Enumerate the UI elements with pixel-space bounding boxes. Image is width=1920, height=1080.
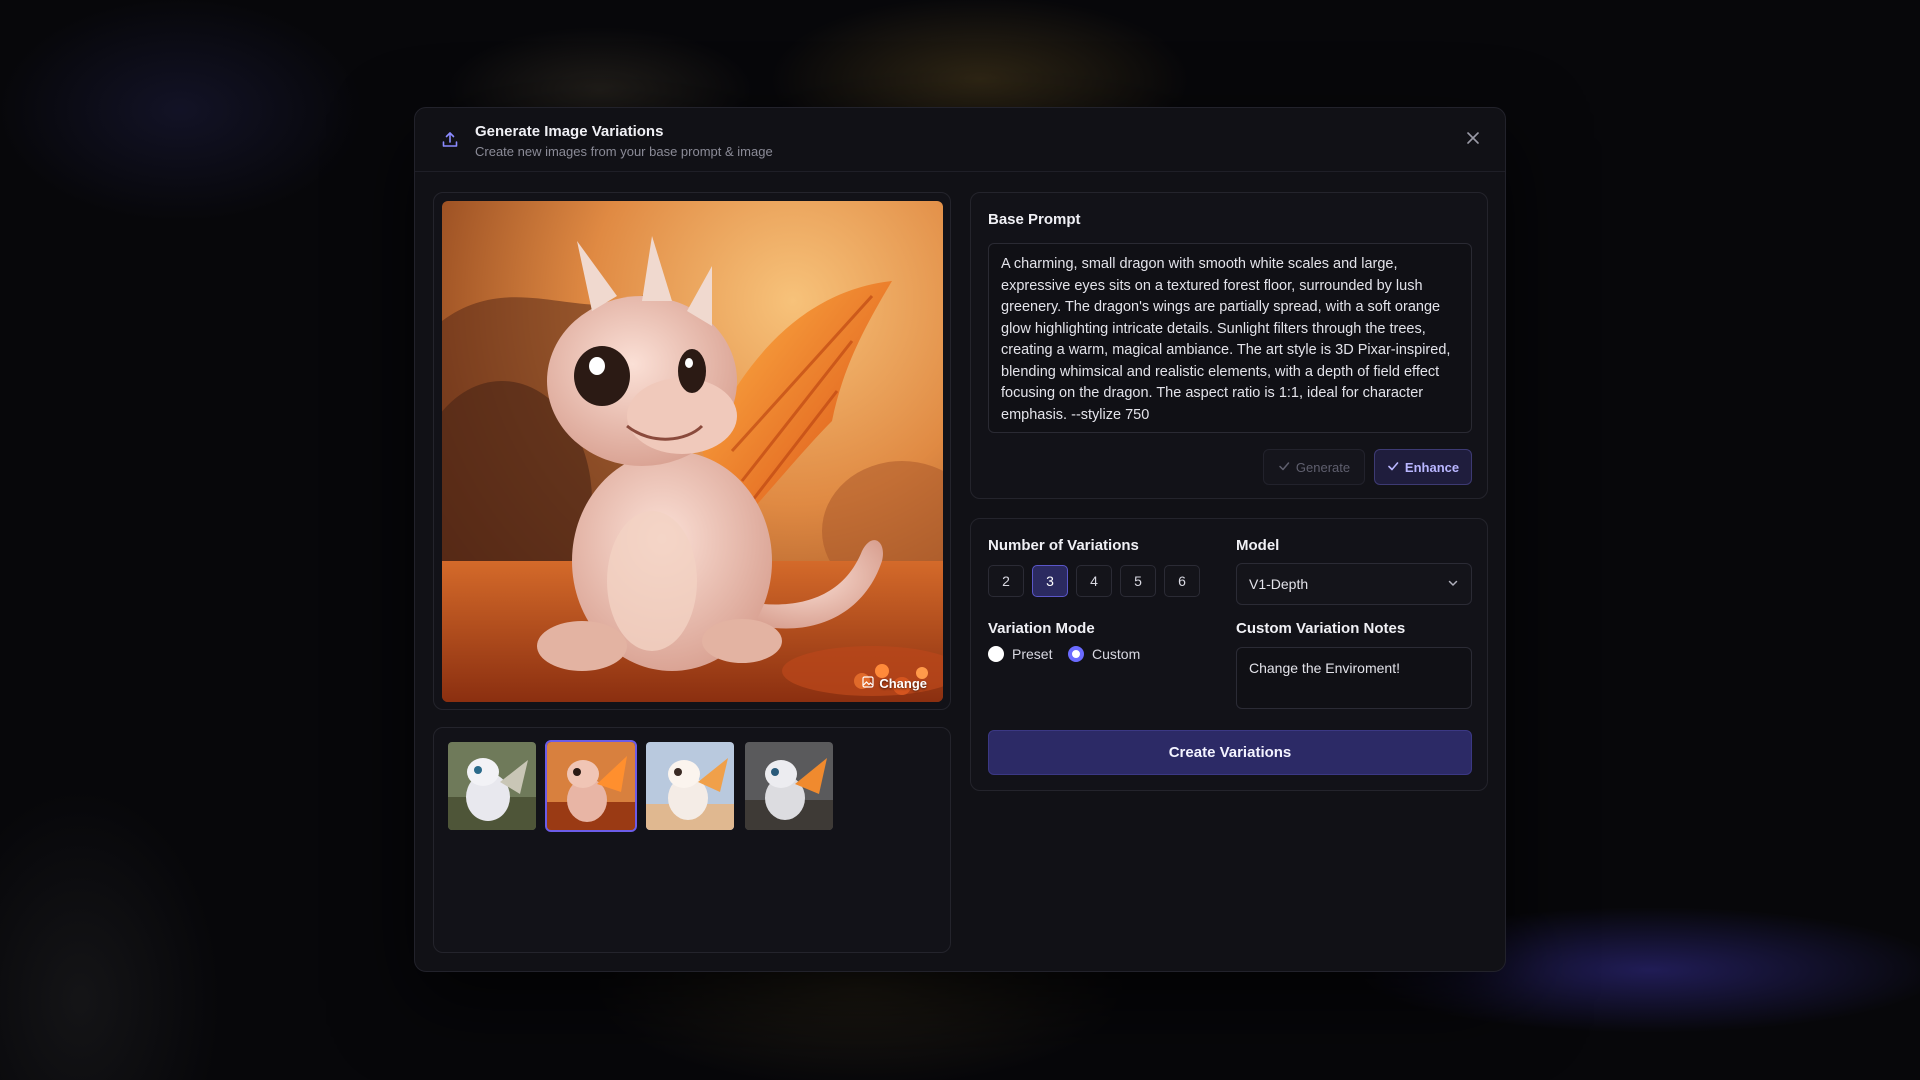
generate-label: Generate	[1295, 459, 1351, 475]
custom-label: Custom	[1092, 646, 1141, 662]
modal-title: Generate Image Variations	[475, 123, 664, 140]
settings-panel: Number of Variations 2 3 4 5 6 Model V1-…	[970, 518, 1488, 791]
upload-icon	[440, 130, 460, 150]
modal-subtitle: Create new images from your base prompt …	[475, 144, 773, 159]
model-value: V1-Depth	[1249, 576, 1309, 592]
base-image: Change	[442, 201, 943, 702]
create-variations-button[interactable]: Create Variations	[988, 730, 1472, 775]
custom-notes-label: Custom Variation Notes	[1236, 620, 1406, 637]
variation-option-4[interactable]: 4	[1076, 565, 1112, 597]
close-icon	[1466, 131, 1480, 150]
thumbnails-panel	[433, 727, 951, 953]
image-icon	[862, 676, 874, 691]
check-icon	[1387, 460, 1399, 475]
mode-preset-radio[interactable]: Preset	[988, 646, 1052, 662]
model-label: Model	[1236, 537, 1280, 554]
mode-custom-radio[interactable]: Custom	[1068, 646, 1140, 662]
thumbnail-3[interactable]	[644, 740, 736, 832]
thumbnail-1[interactable]	[446, 740, 538, 832]
thumbnail-4[interactable]	[743, 740, 835, 832]
base-prompt-label: Base Prompt	[988, 211, 1081, 228]
preset-label: Preset	[1012, 646, 1053, 662]
change-label: Change	[879, 676, 927, 691]
generate-button[interactable]: Generate	[1263, 449, 1365, 485]
variations-modal: Generate Image Variations Create new ima…	[414, 107, 1506, 972]
model-select[interactable]: V1-Depth	[1236, 563, 1472, 605]
variation-option-6[interactable]: 6	[1164, 565, 1200, 597]
thumbnail-2[interactable]	[545, 740, 637, 832]
custom-notes-input[interactable]: Change the Enviroment!	[1236, 647, 1472, 709]
radio-checked-icon	[1068, 646, 1084, 662]
modal-header: Generate Image Variations Create new ima…	[415, 108, 1505, 172]
variation-mode-label: Variation Mode	[988, 620, 1095, 637]
check-icon	[1278, 460, 1290, 475]
enhance-label: Enhance	[1404, 459, 1460, 475]
variation-option-2[interactable]: 2	[988, 565, 1024, 597]
variation-option-3[interactable]: 3	[1032, 565, 1068, 597]
variations-label: Number of Variations	[988, 537, 1139, 554]
radio-unchecked-icon	[988, 646, 1004, 662]
close-button[interactable]	[1461, 128, 1485, 152]
change-image-button[interactable]: Change	[858, 673, 931, 694]
base-prompt-textarea[interactable]: A charming, small dragon with smooth whi…	[988, 243, 1472, 433]
enhance-button[interactable]: Enhance	[1374, 449, 1472, 485]
prompt-panel: Base Prompt A charming, small dragon wit…	[970, 192, 1488, 499]
variation-option-5[interactable]: 5	[1120, 565, 1156, 597]
base-image-panel: Change	[433, 192, 951, 710]
chevron-down-icon	[1447, 576, 1459, 592]
